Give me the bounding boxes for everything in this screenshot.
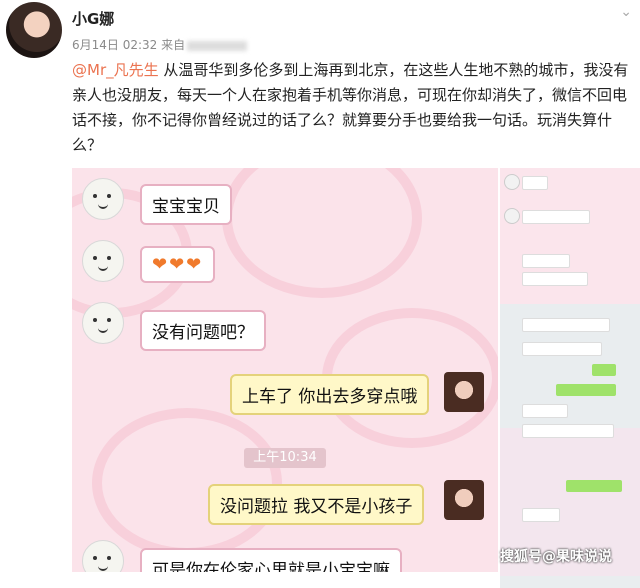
mini-chat-screenshots[interactable]: [500, 168, 640, 588]
post-text: @Mr_凡先生 从温哥华到多伦多到上海再到北京，在这些人生地不熟的城市，我没有亲…: [72, 58, 632, 158]
mini-avatar: [504, 174, 520, 190]
mini-message: [522, 318, 610, 332]
chevron-down-icon[interactable]: ⌄: [620, 4, 632, 20]
mini-message: [566, 480, 622, 492]
mini-avatar: [504, 208, 520, 224]
chat-message: ❤❤❤: [140, 246, 216, 283]
user-avatar: [444, 480, 484, 520]
mini-message: [522, 210, 590, 224]
mini-message: [556, 384, 616, 396]
watermark: 搜狐号@果味说说: [500, 549, 612, 565]
contact-avatar: [82, 240, 124, 282]
decoration: [222, 168, 422, 298]
contact-avatar: [82, 540, 124, 572]
mini-message: [522, 508, 560, 522]
chat-message: 可是你在伦家心里就是小宝宝嘛: [140, 548, 402, 572]
post-date: 6月14日 02:32 来自: [72, 38, 186, 52]
mention-link[interactable]: @Mr_凡先生: [72, 61, 159, 79]
user-avatar: [444, 372, 484, 412]
contact-avatar: [82, 302, 124, 344]
mini-message: [522, 254, 570, 268]
avatar[interactable]: [6, 2, 62, 58]
mini-message: [522, 404, 568, 418]
mini-message: [522, 342, 602, 356]
chat-message: 没问题拉 我又不是小孩子: [208, 484, 425, 525]
chat-message: 上车了 你出去多穿点哦: [230, 374, 430, 415]
username[interactable]: 小G娜: [72, 8, 114, 29]
post-meta: 6月14日 02:32 来自: [72, 36, 248, 53]
mini-message: [592, 364, 616, 376]
blurred-source: [187, 40, 248, 51]
contact-avatar: [82, 178, 124, 220]
mini-message: [522, 272, 588, 286]
mini-message: [522, 424, 614, 438]
chat-timestamp: 上午10:34: [244, 448, 326, 468]
mini-message: [522, 176, 548, 190]
chat-message: 宝宝宝贝: [140, 184, 232, 225]
chat-message: 没有问题吧？: [140, 310, 266, 351]
decoration: [92, 408, 282, 558]
chat-screenshot[interactable]: 宝宝宝贝 ❤❤❤ 没有问题吧？ 上车了 你出去多穿点哦 上午10:34 没问题拉…: [72, 168, 498, 572]
